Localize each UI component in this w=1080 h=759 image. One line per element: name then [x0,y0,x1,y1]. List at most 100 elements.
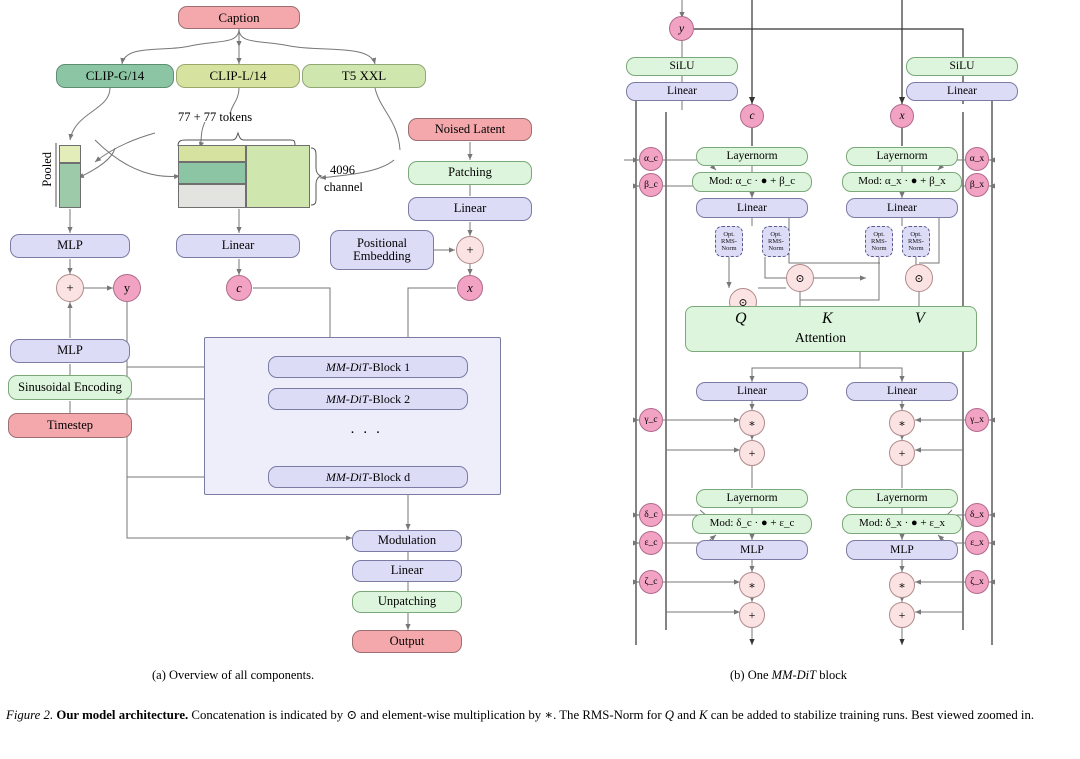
figure-caption-q: Q [664,708,675,722]
node-linear-x-2[interactable]: Linear [846,382,958,401]
param-epsilon-x[interactable]: ε_x [965,531,989,555]
figure-caption-k: K [698,708,708,722]
subcaption-b-post: block [816,668,848,682]
node-mmdit-block-d[interactable]: MM-DiT -Block d [268,466,468,488]
op-mult-c-2[interactable]: ∗ [739,572,765,598]
node-modulation[interactable]: Modulation [352,530,462,552]
node-linear-out[interactable]: Linear [352,560,462,582]
node-mmdit-block-1[interactable]: MM-DiT -Block 1 [268,356,468,378]
attention-k-label: K [822,310,833,327]
op-concat-v[interactable]: ⊙ [905,264,933,292]
param-epsilon-c[interactable]: ε_c [639,531,663,555]
rms-l3: Norm [721,245,737,253]
node-linear-context[interactable]: Linear [176,234,300,258]
node-mod-c-1[interactable]: Mod: α_c · ● + β_c [692,172,812,192]
rms-l2: RMS- [721,237,737,245]
var-y[interactable]: y [113,274,141,302]
rms-l2: RMS- [768,237,784,245]
node-linear-left[interactable]: Linear [626,82,738,101]
node-mmdit-block-2[interactable]: MM-DiT -Block 2 [268,388,468,410]
node-patching[interactable]: Patching [408,161,532,185]
node-output[interactable]: Output [352,630,462,653]
node-clip-g[interactable]: CLIP-G/14 [56,64,174,88]
attention-q-label: Q [735,310,747,327]
node-linear-x-1[interactable]: Linear [846,198,958,218]
param-alpha-x[interactable]: α_x [965,147,989,171]
node-mlp-bottom[interactable]: MLP [10,339,130,363]
mmdit-label-2: MM-DiT [325,391,369,406]
pooled-rect-bottom [59,163,81,208]
param-beta-x[interactable]: β_x [965,173,989,197]
rms-l3: Norm [768,245,784,253]
node-positional-embedding[interactable]: Positional Embedding [330,230,434,270]
node-linear-c-2[interactable]: Linear [696,382,808,401]
node-noised-latent[interactable]: Noised Latent [408,118,532,141]
node-mlp-top[interactable]: MLP [10,234,130,258]
rmsnorm-c-k[interactable]: Opt. RMS- Norm [762,226,790,257]
panelb-var-x[interactable]: x [890,104,914,128]
rms-l1: Opt. [723,230,735,238]
channel-annotation-line2: channel [324,180,363,194]
param-zeta-c[interactable]: ζ_c [639,570,663,594]
node-linear-c-1[interactable]: Linear [696,198,808,218]
node-mlp-x[interactable]: MLP [846,540,958,560]
node-mod-c-2[interactable]: Mod: δ_c · ● + ε_c [692,514,812,534]
op-mult-x-1[interactable]: ∗ [889,410,915,436]
token-rect-clipl [178,145,246,162]
param-zeta-x[interactable]: ζ_x [965,570,989,594]
mmdit-label-1: MM-DiT [325,359,369,374]
subcaption-b: (b) One MM-DiT block [730,668,847,683]
param-delta-x[interactable]: δ_x [965,503,989,527]
node-silu-left[interactable]: SiLU [626,57,738,76]
op-add-c-2[interactable]: + [739,602,765,628]
panelb-var-y[interactable]: y [669,16,694,41]
op-add-c-1[interactable]: + [739,440,765,466]
param-gamma-x[interactable]: γ_x [965,408,989,432]
mmdit-suffix-d: -Block d [368,469,411,484]
node-mod-x-2[interactable]: Mod: δ_x · ● + ε_x [842,514,962,534]
var-x[interactable]: x [457,275,483,301]
param-alpha-c[interactable]: α_c [639,147,663,171]
pos-emb-line2: Embedding [353,249,411,263]
param-delta-c[interactable]: δ_c [639,503,663,527]
mmdit-ellipsis: · · · [350,425,383,441]
token-rect-empty [178,184,246,208]
rmsnorm-x-q[interactable]: Opt. RMS- Norm [865,226,893,257]
tokens-annotation: 77 + 77 tokens [178,110,253,124]
node-mod-x-1[interactable]: Mod: α_x · ● + β_x [842,172,962,192]
op-add-x[interactable]: + [456,236,484,264]
node-layernorm-c-2[interactable]: Layernorm [696,489,808,508]
rms-l1: Opt. [770,230,782,238]
channel-annotation-line1: 4096 [330,163,355,177]
op-add-x-1[interactable]: + [889,440,915,466]
node-layernorm-x-1[interactable]: Layernorm [846,147,958,166]
node-sinusoidal-encoding[interactable]: Sinusoidal Encoding [8,375,132,400]
op-add-y[interactable]: + [56,274,84,302]
op-concat-k[interactable]: ⊙ [786,264,814,292]
param-gamma-c[interactable]: γ_c [639,408,663,432]
node-silu-right[interactable]: SiLU [906,57,1018,76]
rms-l2: RMS- [871,237,887,245]
rms-l2: RMS- [908,237,924,245]
op-mult-x-2[interactable]: ∗ [889,572,915,598]
node-mlp-c[interactable]: MLP [696,540,808,560]
node-layernorm-c-1[interactable]: Layernorm [696,147,808,166]
node-linear-latent[interactable]: Linear [408,197,532,221]
rmsnorm-x-k[interactable]: Opt. RMS- Norm [902,226,930,257]
figure-caption-and: and [674,708,699,722]
figure-label: Figure 2. [6,708,54,722]
op-mult-c-1[interactable]: ∗ [739,410,765,436]
node-linear-right[interactable]: Linear [906,82,1018,101]
node-layernorm-x-2[interactable]: Layernorm [846,489,958,508]
attention-v-label: V [915,310,925,327]
var-c[interactable]: c [226,275,252,301]
rmsnorm-c-q[interactable]: Opt. RMS- Norm [715,226,743,257]
param-beta-c[interactable]: β_c [639,173,663,197]
node-caption[interactable]: Caption [178,6,300,29]
panelb-var-c[interactable]: c [740,104,764,128]
node-unpatching[interactable]: Unpatching [352,591,462,613]
node-timestep[interactable]: Timestep [8,413,132,438]
node-t5-xxl[interactable]: T5 XXL [302,64,426,88]
op-add-x-2[interactable]: + [889,602,915,628]
node-clip-l[interactable]: CLIP-L/14 [176,64,300,88]
